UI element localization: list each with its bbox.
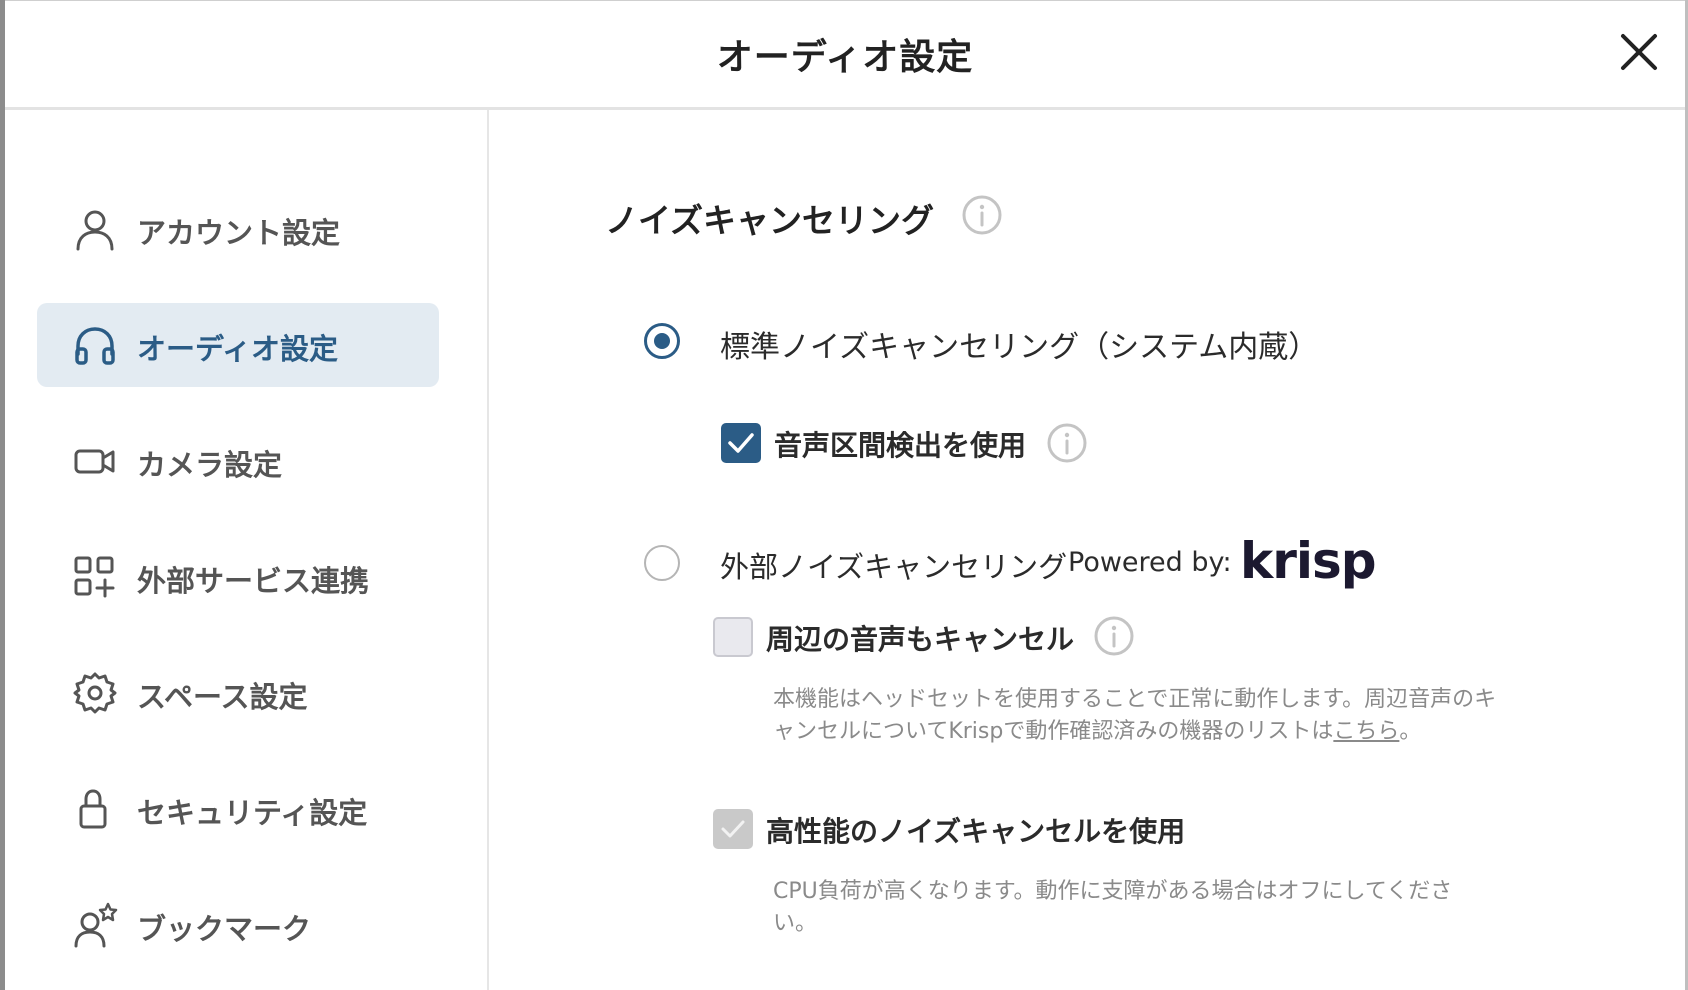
external-noise-cancel-radio[interactable] xyxy=(644,545,680,581)
sidebar-item-label: ブックマーク xyxy=(137,912,312,946)
sidebar-item-label: 外部サービス連携 xyxy=(137,564,370,598)
cancel-surround-description: 本機能はヘッドセットを使用することで正常に動作します。周辺音声のキャンセルについ… xyxy=(773,684,1513,748)
sidebar-item-bookmark[interactable]: ブックマーク xyxy=(37,883,439,967)
external-noise-cancel-label: 外部ノイズキャンセリング xyxy=(720,550,1068,584)
sidebar-item-label: アカウント設定 xyxy=(137,216,341,250)
info-icon[interactable] xyxy=(1093,615,1135,657)
section-title: ノイズキャンセリング xyxy=(605,201,935,240)
check-icon xyxy=(728,433,754,453)
device-list-link[interactable]: こちら xyxy=(1333,719,1399,744)
settings-main-panel: ノイズキャンセリング 標準ノイズキャンセリング（システム内蔵） 音声区間検出を使… xyxy=(489,110,1685,990)
dialog-header: オーディオ設定 xyxy=(5,0,1685,110)
sidebar-item-camera[interactable]: カメラ設定 xyxy=(37,419,439,503)
high-performance-checkbox[interactable] xyxy=(713,809,753,849)
sidebar-item-integrations[interactable]: 外部サービス連携 xyxy=(37,535,439,619)
powered-by-label: Powered by: xyxy=(1068,547,1232,578)
vad-checkbox[interactable] xyxy=(721,423,761,463)
close-button[interactable] xyxy=(1615,28,1663,76)
sidebar-item-account[interactable]: アカウント設定 xyxy=(37,187,439,271)
info-icon[interactable] xyxy=(1046,422,1088,464)
user-star-icon xyxy=(74,902,118,948)
cancel-surround-checkbox[interactable] xyxy=(713,617,753,657)
close-icon xyxy=(1621,34,1657,70)
vad-label: 音声区間検出を使用 xyxy=(774,429,1027,462)
sidebar-item-label: セキュリティ設定 xyxy=(137,796,368,830)
dialog-title: オーディオ設定 xyxy=(716,37,974,78)
high-performance-label: 高性能のノイズキャンセルを使用 xyxy=(766,815,1186,848)
cancel-surround-label: 周辺の音声もキャンセル xyxy=(766,623,1075,656)
desc-period: 。 xyxy=(1399,719,1422,744)
lock-icon xyxy=(79,789,107,829)
settings-sidebar: アカウント設定 オーディオ設定 カメラ設定 外部サービス連携 スペース設定 セキ… xyxy=(5,110,489,990)
sidebar-item-label: カメラ設定 xyxy=(137,448,283,482)
audio-settings-dialog: オーディオ設定 アカウント設定 オーディオ設定 カメラ設定 外部サービス連携 ス… xyxy=(0,0,1688,990)
standard-noise-cancel-label: 標準ノイズキャンセリング（システム内蔵） xyxy=(720,330,1319,365)
info-icon[interactable] xyxy=(961,194,1003,236)
sidebar-item-security[interactable]: セキュリティ設定 xyxy=(37,767,439,851)
user-icon xyxy=(76,210,114,251)
krisp-logo: krisp xyxy=(1240,532,1377,590)
camera-icon xyxy=(74,449,115,474)
check-icon xyxy=(721,820,745,838)
high-performance-description: CPU負荷が高くなります。動作に支障がある場合はオフにしてください。 xyxy=(773,879,1453,936)
apps-add-icon xyxy=(74,556,115,598)
sidebar-item-label: スペース設定 xyxy=(137,680,308,714)
headphones-icon xyxy=(75,327,115,365)
sidebar-item-audio[interactable]: オーディオ設定 xyxy=(37,303,439,387)
sidebar-item-label: オーディオ設定 xyxy=(137,332,338,366)
standard-noise-cancel-radio[interactable] xyxy=(644,323,680,359)
sidebar-item-space[interactable]: スペース設定 xyxy=(37,651,439,735)
gear-icon xyxy=(73,672,117,714)
